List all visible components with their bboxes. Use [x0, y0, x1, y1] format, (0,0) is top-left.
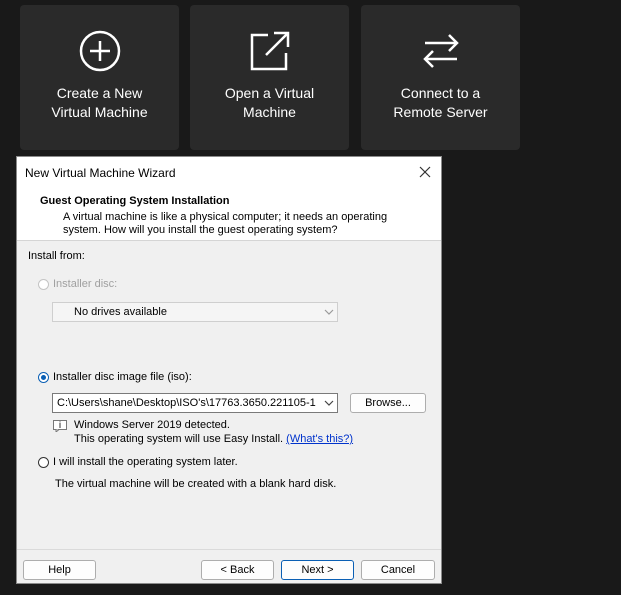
footer-separator — [17, 549, 441, 550]
iso-path-value: C:\Users\shane\Desktop\ISO's\17763.3650.… — [57, 397, 316, 409]
info-icon — [53, 420, 67, 432]
title-bar[interactable]: New Virtual Machine Wizard — [17, 157, 441, 187]
install-later-radio[interactable] — [38, 457, 49, 468]
tile-label: Open a Virtual Machine — [224, 85, 315, 120]
tile-label: Create a New Virtual Machine — [51, 85, 148, 120]
easy-install-note: This operating system will use Easy Inst… — [74, 433, 284, 445]
easy-install-text: This operating system will use Easy Inst… — [74, 433, 353, 445]
open-external-icon — [250, 31, 289, 71]
iso-radio[interactable] — [38, 372, 49, 383]
plus-circle-icon — [79, 30, 120, 72]
iso-path-combo[interactable]: C:\Users\shane\Desktop\ISO's\17763.3650.… — [52, 393, 338, 413]
help-button[interactable]: Help — [23, 560, 96, 580]
installer-disc-label: Installer disc: — [53, 278, 118, 290]
install-later-description: The virtual machine will be created with… — [55, 478, 337, 490]
install-from-label: Install from: — [28, 250, 85, 262]
tile-label: Connect to a Remote Server — [393, 85, 488, 120]
header-description: A virtual machine is like a physical com… — [63, 211, 388, 236]
iso-label: Installer disc image file (iso): — [53, 371, 192, 383]
create-vm-tile[interactable]: Create a New Virtual Machine — [20, 5, 179, 150]
cancel-button[interactable]: Cancel — [361, 560, 435, 580]
chevron-down-icon — [324, 400, 334, 406]
os-detected-text: Windows Server 2019 detected. — [74, 419, 230, 431]
header-title: Guest Operating System Installation — [40, 195, 230, 207]
wizard-header: Guest Operating System Installation A vi… — [17, 187, 441, 241]
dialog-title: New Virtual Machine Wizard — [25, 166, 176, 180]
drive-select[interactable]: No drives available — [52, 302, 338, 322]
drive-select-value: No drives available — [74, 306, 167, 318]
close-icon[interactable] — [413, 160, 437, 184]
new-vm-wizard-dialog: New Virtual Machine Wizard Guest Operati… — [16, 156, 442, 584]
next-button[interactable]: Next > — [281, 560, 354, 580]
installer-disc-radio[interactable] — [38, 279, 49, 290]
connect-remote-tile[interactable]: Connect to a Remote Server — [361, 5, 520, 150]
whats-this-link[interactable]: (What's this?) — [286, 433, 353, 445]
swap-arrows-icon — [422, 34, 459, 68]
open-vm-tile[interactable]: Open a Virtual Machine — [190, 5, 349, 150]
browse-button[interactable]: Browse... — [350, 393, 426, 413]
back-button[interactable]: < Back — [201, 560, 274, 580]
chevron-down-icon — [324, 309, 334, 315]
install-later-label: I will install the operating system late… — [53, 456, 238, 468]
